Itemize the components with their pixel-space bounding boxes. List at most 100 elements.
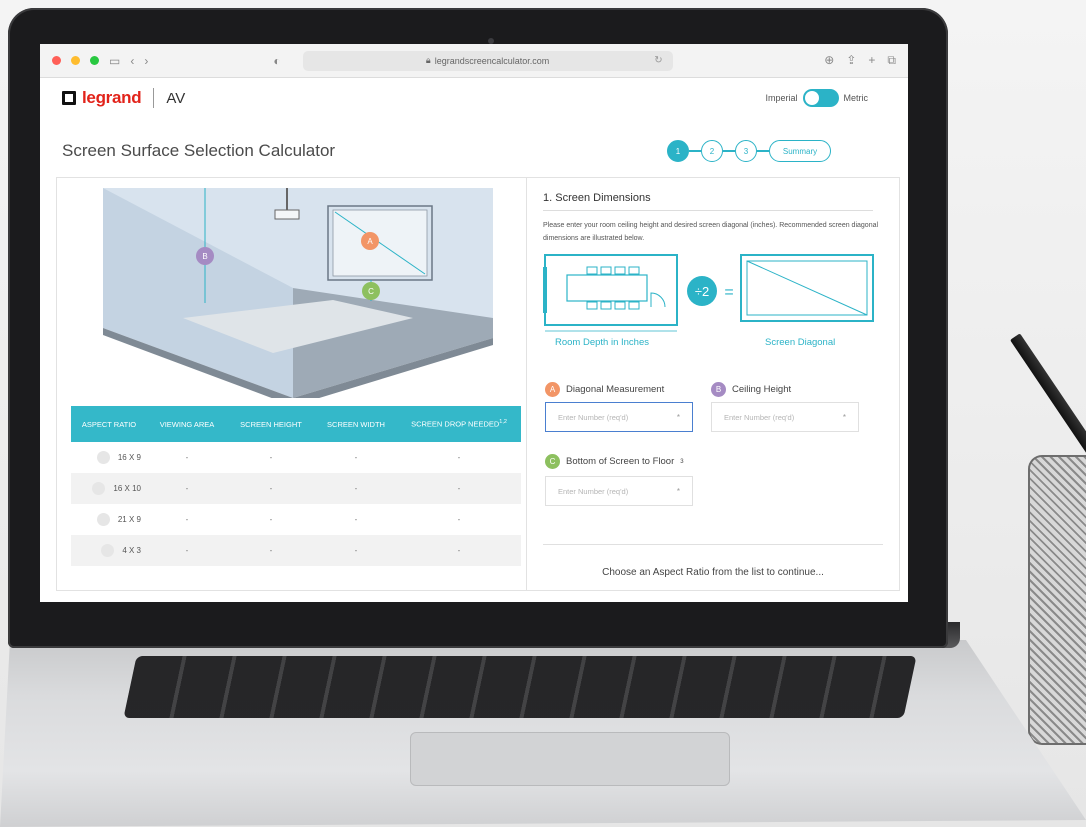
step-2[interactable]: 2 [701, 140, 723, 162]
ratio-cell[interactable]: 16 X 9 [71, 451, 147, 464]
room-outline [544, 254, 678, 326]
step-1[interactable]: 1 [667, 140, 689, 162]
step-3[interactable]: 3 [735, 140, 757, 162]
maximize-window-button[interactable] [90, 56, 99, 65]
table-row[interactable]: 16 X 9 - - - - [71, 442, 521, 473]
badge-a-icon: A [545, 382, 560, 397]
reload-icon[interactable]: ↻ [654, 55, 662, 66]
diagonal-illustration: ÷2 = Room Depth in Inches Screen Diagona… [543, 253, 883, 353]
viewing-cell: - [185, 515, 189, 524]
laptop-keyboard [123, 656, 917, 718]
bottom-to-floor-input[interactable]: Enter Number (req'd) * [545, 476, 693, 506]
diagonal-input[interactable]: Enter Number (req'd) * [545, 402, 693, 432]
unit-toggle-group: Imperial Metric [765, 89, 868, 107]
room-diagram-panel: B A C ASPECT RATIO VIEWING AREA SCREEN H… [57, 178, 527, 590]
col-aspect-ratio: ASPECT RATIO [81, 419, 137, 429]
lock-icon: 🔒︎ [425, 55, 431, 65]
col-viewing-area: VIEWING AREA [159, 419, 215, 429]
required-marker: * [842, 412, 846, 422]
url-text: legrandscreencalculator.com [434, 55, 550, 66]
viewing-cell: - [185, 453, 189, 462]
legrand-logo-icon [62, 91, 76, 105]
aspect-radio[interactable] [92, 482, 106, 495]
drop-cell: - [457, 515, 461, 524]
viewing-cell: - [185, 546, 189, 555]
width-cell: - [354, 515, 358, 524]
width-cell: - [354, 453, 358, 462]
diagonal-field-label: A Diagonal Measurement [545, 382, 664, 397]
metric-label: Metric [843, 93, 869, 103]
screen-diagonal-label: Screen Diagonal [765, 337, 836, 348]
width-cell: - [354, 484, 358, 493]
aspect-radio[interactable] [96, 513, 110, 526]
col-screen-drop: SCREEN DROP NEEDED1,2 [397, 419, 521, 429]
sidebar-icon[interactable]: ▭ [109, 54, 120, 68]
download-icon[interactable]: ⊕ [824, 53, 834, 68]
badge-a-text: A [367, 237, 373, 246]
address-bar[interactable]: 🔒︎ legrandscreencalculator.com ↻ [302, 50, 673, 71]
height-cell: - [269, 453, 273, 462]
conference-table [566, 274, 648, 302]
height-cell: - [269, 515, 273, 524]
room-to-screen-illustration: ÷2 = [543, 254, 874, 332]
section-title: 1. Screen Dimensions [543, 192, 873, 211]
ratio-label: 16 X 9 [117, 453, 141, 462]
forward-icon[interactable]: › [144, 54, 148, 68]
dimensions-panel: 1. Screen Dimensions Please enter your r… [527, 178, 899, 590]
drop-cell: - [457, 453, 461, 462]
step-summary[interactable]: Summary [769, 140, 831, 162]
back-icon[interactable]: ‹ [130, 54, 134, 68]
ratio-cell[interactable]: 4 X 3 [71, 544, 147, 557]
pen-holder [1028, 455, 1086, 745]
bottom-field-label: C Bottom of Screen to Floor 3 [545, 454, 684, 469]
share-icon[interactable]: ⇪ [846, 53, 856, 68]
badge-b-icon: B [711, 382, 726, 397]
ratio-cell[interactable]: 21 X 9 [71, 513, 147, 526]
badge-b-text: B [202, 252, 207, 261]
room-diagram: B A C [103, 188, 493, 398]
screen-diagonal-line [746, 260, 868, 316]
badge-c-text: C [368, 287, 374, 296]
bottom-label-text: Bottom of Screen to Floor [566, 456, 675, 467]
continue-message: Choose an Aspect Ratio from the list to … [543, 544, 883, 578]
imperial-label: Imperial [765, 93, 798, 103]
step-connector [689, 150, 701, 152]
diagonal-label-text: Diagonal Measurement [566, 384, 665, 395]
height-cell: - [269, 484, 273, 493]
privacy-shield-icon[interactable]: ◐ [273, 54, 280, 68]
drop-cell: - [457, 546, 461, 555]
aspect-radio[interactable] [101, 544, 115, 557]
calculator-panel: B A C ASPECT RATIO VIEWING AREA SCREEN H… [56, 177, 900, 591]
table-row[interactable]: 21 X 9 - - - - [71, 504, 521, 535]
diagonal-placeholder: Enter Number (req'd) [558, 412, 629, 422]
ceiling-placeholder: Enter Number (req'd) [724, 412, 795, 422]
height-cell: - [269, 546, 273, 555]
step-indicator: 1 2 3 Summary [667, 140, 831, 162]
minimize-window-button[interactable] [71, 56, 80, 65]
table-row[interactable]: 4 X 3 - - - - [71, 535, 521, 566]
step-connector [757, 150, 769, 152]
toggle-knob [804, 91, 819, 105]
page-title: Screen Surface Selection Calculator [62, 141, 336, 160]
ratio-label: 4 X 3 [122, 546, 141, 555]
door-swing [650, 292, 666, 308]
divide-text: ÷2 [695, 284, 709, 299]
close-window-button[interactable] [52, 56, 61, 65]
required-marker: * [676, 486, 680, 496]
new-tab-icon[interactable]: + [868, 53, 875, 68]
ceiling-label-text: Ceiling Height [732, 384, 792, 395]
aspect-radio[interactable] [96, 451, 110, 464]
unit-toggle[interactable] [802, 89, 839, 107]
room-depth-label: Room Depth in Inches [555, 337, 649, 348]
table-header: ASPECT RATIO VIEWING AREA SCREEN HEIGHT … [71, 406, 521, 442]
product-name: AV [166, 89, 186, 107]
ratio-cell[interactable]: 16 X 10 [71, 482, 147, 495]
ceiling-height-input[interactable]: Enter Number (req'd) * [711, 402, 859, 432]
equals-sign: = [724, 284, 733, 301]
table-row[interactable]: 16 X 10 - - - - [71, 473, 521, 504]
col-screen-drop-label: SCREEN DROP NEEDED [411, 419, 500, 429]
projector [274, 209, 300, 220]
tabs-overview-icon[interactable]: ⧉ [887, 53, 896, 68]
width-cell: - [354, 546, 358, 555]
instructions-text: Please enter your room ceiling height an… [543, 222, 879, 242]
